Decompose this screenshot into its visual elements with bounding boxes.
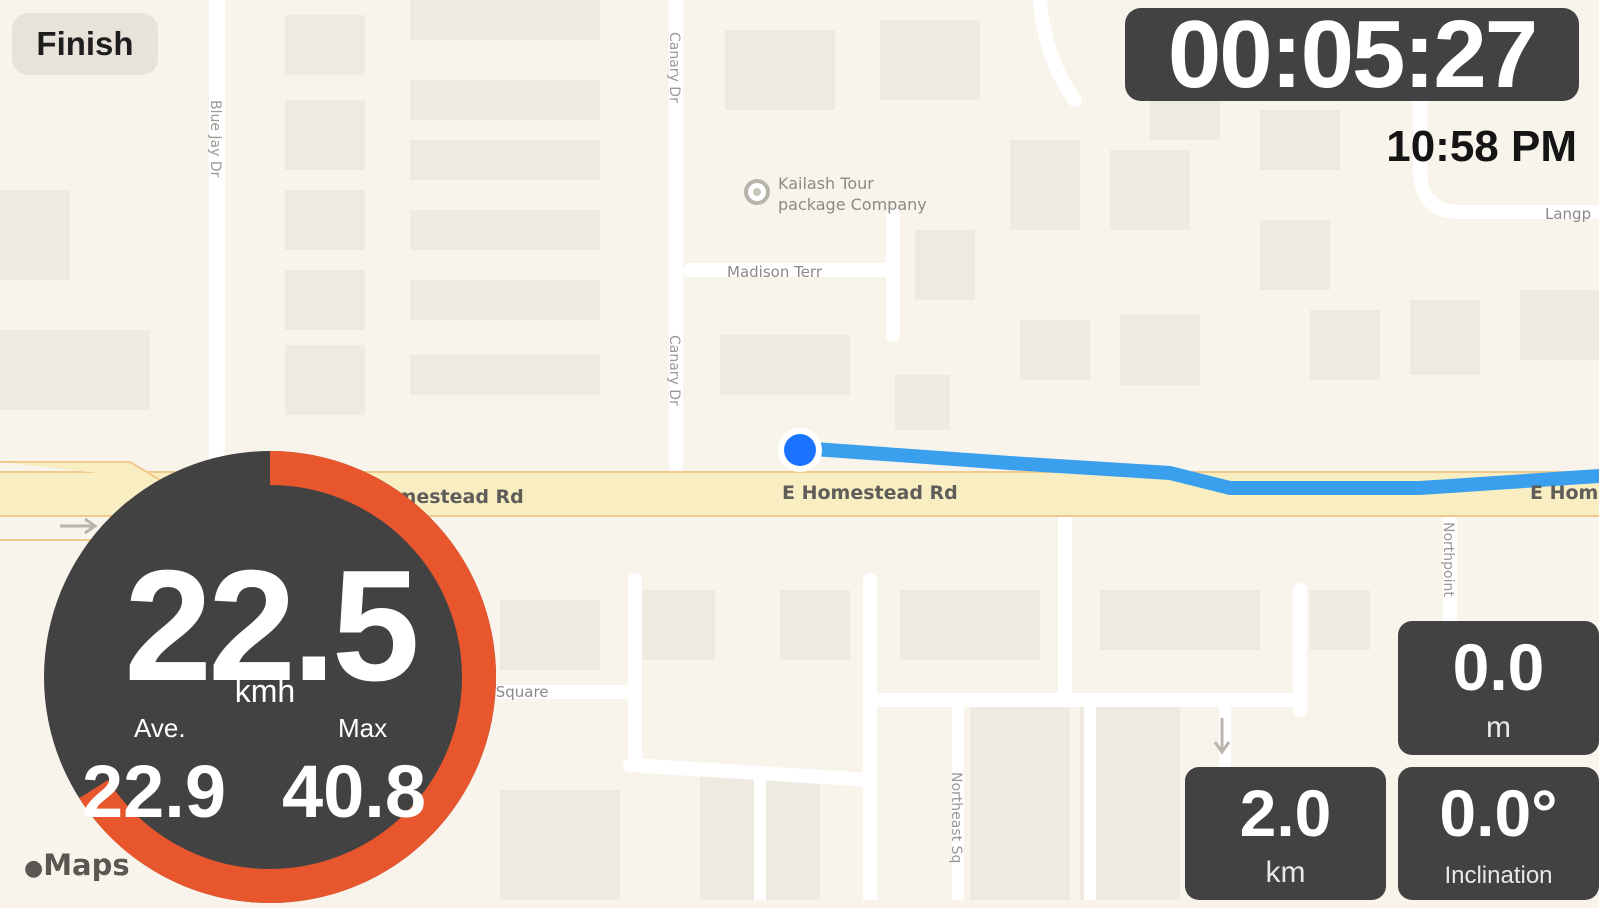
current-location-dot (778, 428, 822, 472)
inclination-tile: 0.0° Inclination (1398, 767, 1599, 900)
inclination-value: 0.0° (1439, 776, 1558, 850)
maps-attribution-text: Maps (43, 848, 130, 882)
avg-label: Ave. (134, 713, 186, 743)
poi-label-line1: Kailash Tour (778, 174, 874, 193)
street-label-homestead-3: E Homes (1530, 482, 1599, 504)
poi-marker-icon[interactable] (744, 179, 770, 205)
street-label-canary-top: Canary Dr (666, 32, 682, 103)
maps-attribution[interactable]: ●Maps (24, 848, 130, 882)
distance-value: 2.0 (1239, 776, 1332, 850)
elapsed-time-value: 00:05:27 (1167, 0, 1538, 108)
max-label: Max (338, 713, 388, 743)
elevation-unit: m (1486, 711, 1511, 744)
speed-unit: kmh (234, 673, 296, 709)
elapsed-time-display: 00:05:27 (1125, 1, 1579, 108)
speed-gauge: 22.5 kmh Ave. Max 22.9 40.8 (44, 451, 496, 903)
poi-label-line2: package Company (778, 195, 927, 214)
clock-time: 10:58 PM (1386, 122, 1577, 171)
street-label-northpoint: Northpoint (1440, 522, 1456, 597)
street-label-bluejay: Blue Jay Dr (207, 100, 223, 178)
street-label-langp: Langp (1545, 205, 1592, 223)
elevation-value: 0.0 (1452, 630, 1545, 704)
finish-button[interactable]: Finish (12, 13, 158, 75)
apple-logo-icon: ● (24, 856, 44, 881)
street-label-homestead-2: E Homestead Rd (782, 482, 958, 504)
inclination-label: Inclination (1444, 862, 1553, 889)
street-label-madison: Madison Terr (727, 263, 823, 281)
max-speed-value: 40.8 (282, 750, 427, 833)
avg-speed-value: 22.9 (82, 750, 227, 833)
street-label-canary-mid: Canary Dr (666, 335, 682, 406)
poi-label[interactable]: Kailash Tour package Company (778, 173, 927, 215)
elevation-tile: 0.0 m (1398, 621, 1599, 755)
street-label-northeast: Northeast Sq (948, 772, 964, 864)
distance-unit: km (1265, 856, 1306, 889)
distance-tile: 2.0 km (1185, 767, 1386, 900)
